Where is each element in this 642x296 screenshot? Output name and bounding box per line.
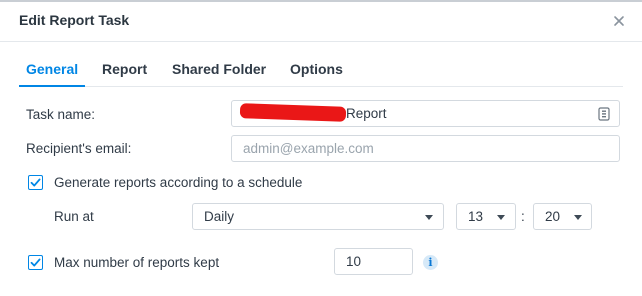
- email-label: Recipient's email:: [26, 141, 132, 156]
- window-top-border: [0, 0, 642, 2]
- tab-options[interactable]: Options: [290, 61, 343, 77]
- hour-value: 13: [468, 209, 484, 224]
- close-icon[interactable]: [612, 14, 626, 28]
- minute-select[interactable]: 20: [533, 203, 592, 230]
- chevron-down-icon: [574, 215, 582, 220]
- task-name-input[interactable]: Report: [231, 100, 620, 127]
- email-placeholder: admin@example.com: [243, 141, 374, 156]
- tab-report[interactable]: Report: [102, 61, 147, 77]
- task-name-label: Task name:: [26, 107, 96, 122]
- chevron-down-icon: [425, 215, 433, 220]
- max-reports-checkbox[interactable]: [28, 255, 43, 270]
- schedule-checkbox[interactable]: [28, 175, 43, 190]
- header-divider: [0, 41, 642, 42]
- active-tab-indicator: [19, 85, 85, 87]
- keyboard-icon[interactable]: [598, 107, 610, 126]
- task-name-value: Report: [346, 106, 387, 121]
- max-reports-label: Max number of reports kept: [54, 255, 220, 270]
- frequency-select[interactable]: Daily: [192, 203, 444, 230]
- max-reports-input[interactable]: 10: [334, 248, 413, 275]
- minute-value: 20: [545, 209, 561, 224]
- email-field[interactable]: admin@example.com: [231, 135, 620, 162]
- tabs-divider: [19, 86, 623, 87]
- checkmark-icon: [30, 178, 41, 187]
- redaction-mark: [239, 103, 347, 122]
- schedule-label: Generate reports according to a schedule: [54, 175, 303, 190]
- chevron-down-icon: [497, 215, 505, 220]
- dialog-title: Edit Report Task: [19, 12, 130, 28]
- run-at-label: Run at: [54, 209, 94, 224]
- tab-shared-folder[interactable]: Shared Folder: [172, 61, 266, 77]
- frequency-value: Daily: [204, 209, 235, 224]
- info-icon[interactable]: i: [423, 255, 438, 270]
- hour-select[interactable]: 13: [456, 203, 516, 230]
- time-separator: :: [521, 209, 525, 224]
- checkmark-icon: [30, 258, 41, 267]
- max-reports-value: 10: [346, 254, 362, 269]
- tab-general[interactable]: General: [26, 61, 78, 77]
